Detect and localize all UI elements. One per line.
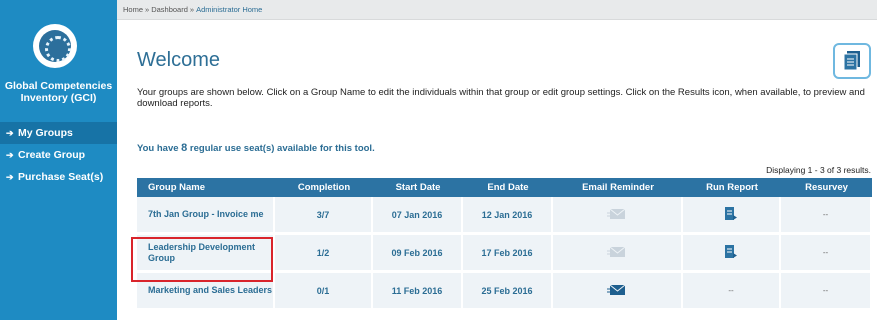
breadcrumb-separator: » [145,5,150,14]
group-name-link[interactable]: Leadership Development Group [137,235,275,270]
app-title: Global Competencies Inventory (GCI) [4,80,113,104]
column-header-completion[interactable]: Completion [275,178,373,197]
column-header-run-report: Run Report [706,182,758,193]
column-header-group-name[interactable]: Group Name [137,178,275,197]
breadcrumb: Home » Dashboard » Administrator Home [117,0,877,20]
sidebar-item-label: Purchase Seat(s) [18,171,104,183]
document-stack-icon[interactable] [833,43,871,79]
arrow-right-icon: ➔ [6,149,14,160]
sidebar: Global Competencies Inventory (GCI) ➔ My… [0,0,117,320]
seats-suffix: regular use seat(s) available for this t… [187,143,375,154]
resurvey-value: -- [781,197,872,232]
sidebar-item-my-groups[interactable]: ➔ My Groups [0,122,117,144]
gci-logo-icon[interactable] [33,24,77,68]
table-row: 7th Jan Group - Invoice me 3/7 07 Jan 20… [137,197,872,235]
breadcrumb-separator: » [189,5,195,14]
run-report-cell [683,197,781,232]
start-date: 09 Feb 2016 [373,235,463,270]
email-icon[interactable] [607,284,627,298]
report-icon[interactable] [724,244,738,262]
sidebar-item-create-group[interactable]: ➔ Create Group [0,144,117,166]
email-reminder-cell [553,235,683,270]
group-name-link[interactable]: Marketing and Sales Leaders [137,273,275,308]
page-title: Welcome [137,49,220,71]
report-icon[interactable] [724,206,738,224]
completion-value: 1/2 [275,235,373,270]
seats-prefix: You have [137,143,182,154]
sidebar-item-label: Create Group [18,149,86,161]
email-reminder-cell [553,197,683,232]
seats-available: You have 8 regular use seat(s) available… [137,142,375,154]
table-header: Group Name Completion Start Date End Dat… [137,178,872,197]
sidebar-item-label: My Groups [18,127,73,139]
column-header-end-date[interactable]: End Date [463,178,553,197]
arrow-right-icon: ➔ [6,127,14,138]
table-row: Marketing and Sales Leaders 0/1 11 Feb 2… [137,273,872,311]
breadcrumb-home[interactable]: Home [123,5,143,14]
email-icon [607,208,627,222]
run-report-cell [683,235,781,270]
arrow-right-icon: ➔ [6,171,14,182]
resurvey-value: -- [781,235,872,270]
completion-value: 0/1 [275,273,373,308]
breadcrumb-dashboard[interactable]: Dashboard [151,5,188,14]
start-date: 07 Jan 2016 [373,197,463,232]
end-date: 12 Jan 2016 [463,197,553,232]
end-date: 17 Feb 2016 [463,235,553,270]
column-header-start-date[interactable]: Start Date [373,178,463,197]
app-root: Global Competencies Inventory (GCI) ➔ My… [0,0,877,320]
run-report-value: -- [683,273,781,308]
resurvey-value: -- [781,273,872,308]
column-header-email-reminder: Email Reminder [582,182,654,193]
completion-value: 3/7 [275,197,373,232]
breadcrumb-current: Administrator Home [196,5,263,14]
groups-table: Group Name Completion Start Date End Dat… [137,178,872,311]
table-row: Leadership Development Group 1/2 09 Feb … [137,235,872,273]
email-icon [607,246,627,260]
sidebar-item-purchase-seats[interactable]: ➔ Purchase Seat(s) [0,166,117,188]
group-name-link[interactable]: 7th Jan Group - Invoice me [137,197,275,232]
column-header-resurvey: Resurvey [805,182,848,193]
start-date: 11 Feb 2016 [373,273,463,308]
results-count: Displaying 1 - 3 of 3 results. [766,165,871,175]
sidebar-nav: ➔ My Groups ➔ Create Group ➔ Purchase Se… [0,122,117,188]
intro-text: Your groups are shown below. Click on a … [137,87,865,109]
email-reminder-cell [553,273,683,308]
end-date: 25 Feb 2016 [463,273,553,308]
